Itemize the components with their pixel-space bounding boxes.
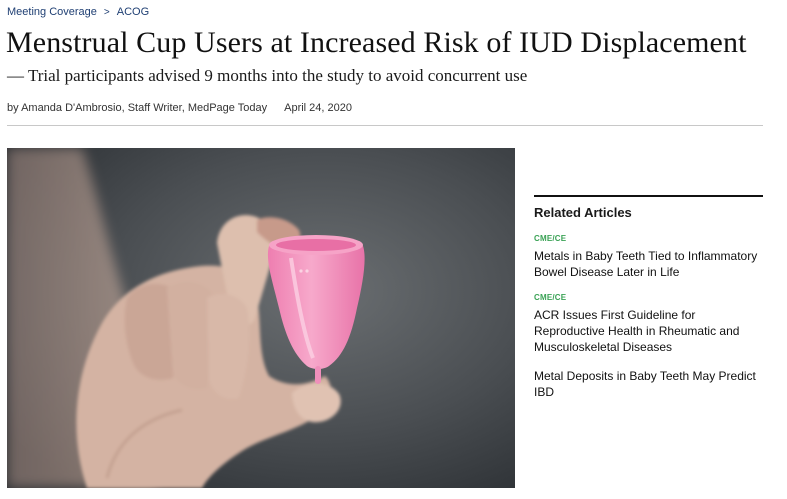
- breadcrumb-acog[interactable]: ACOG: [117, 6, 149, 18]
- byline: by Amanda D'Ambrosio, Staff Writer, MedP…: [7, 102, 352, 114]
- publish-date: April 24, 2020: [284, 102, 353, 114]
- breadcrumb-meeting-coverage[interactable]: Meeting Coverage: [7, 6, 97, 18]
- article-title: Menstrual Cup Users at Increased Risk of…: [6, 26, 747, 59]
- related-article-link[interactable]: Metals in Baby Teeth Tied to Inflammator…: [534, 248, 763, 280]
- related-article-link[interactable]: ACR Issues First Guideline for Reproduct…: [534, 307, 763, 355]
- related-articles-heading: Related Articles: [534, 205, 632, 220]
- author-byline: by Amanda D'Ambrosio, Staff Writer, MedP…: [7, 102, 268, 114]
- hero-image: [7, 148, 515, 488]
- breadcrumb-separator: >: [103, 6, 110, 18]
- related-articles: Related Articles CME/CE Metals in Baby T…: [534, 195, 763, 413]
- related-article-item: CME/CE ACR Issues First Guideline for Re…: [534, 293, 763, 355]
- related-article-link[interactable]: Metal Deposits in Baby Teeth May Predict…: [534, 368, 763, 400]
- cme-ce-tag: CME/CE: [534, 234, 567, 243]
- related-article-item: CME/CE Metals in Baby Teeth Tied to Infl…: [534, 234, 763, 280]
- menstrual-cup-photo: [7, 148, 515, 488]
- article-subtitle: — Trial participants advised 9 months in…: [7, 66, 528, 85]
- related-article-item: Metal Deposits in Baby Teeth May Predict…: [534, 368, 763, 400]
- cme-ce-tag: CME/CE: [534, 293, 567, 302]
- breadcrumb: Meeting Coverage > ACOG: [7, 6, 149, 18]
- header-divider: [7, 125, 763, 126]
